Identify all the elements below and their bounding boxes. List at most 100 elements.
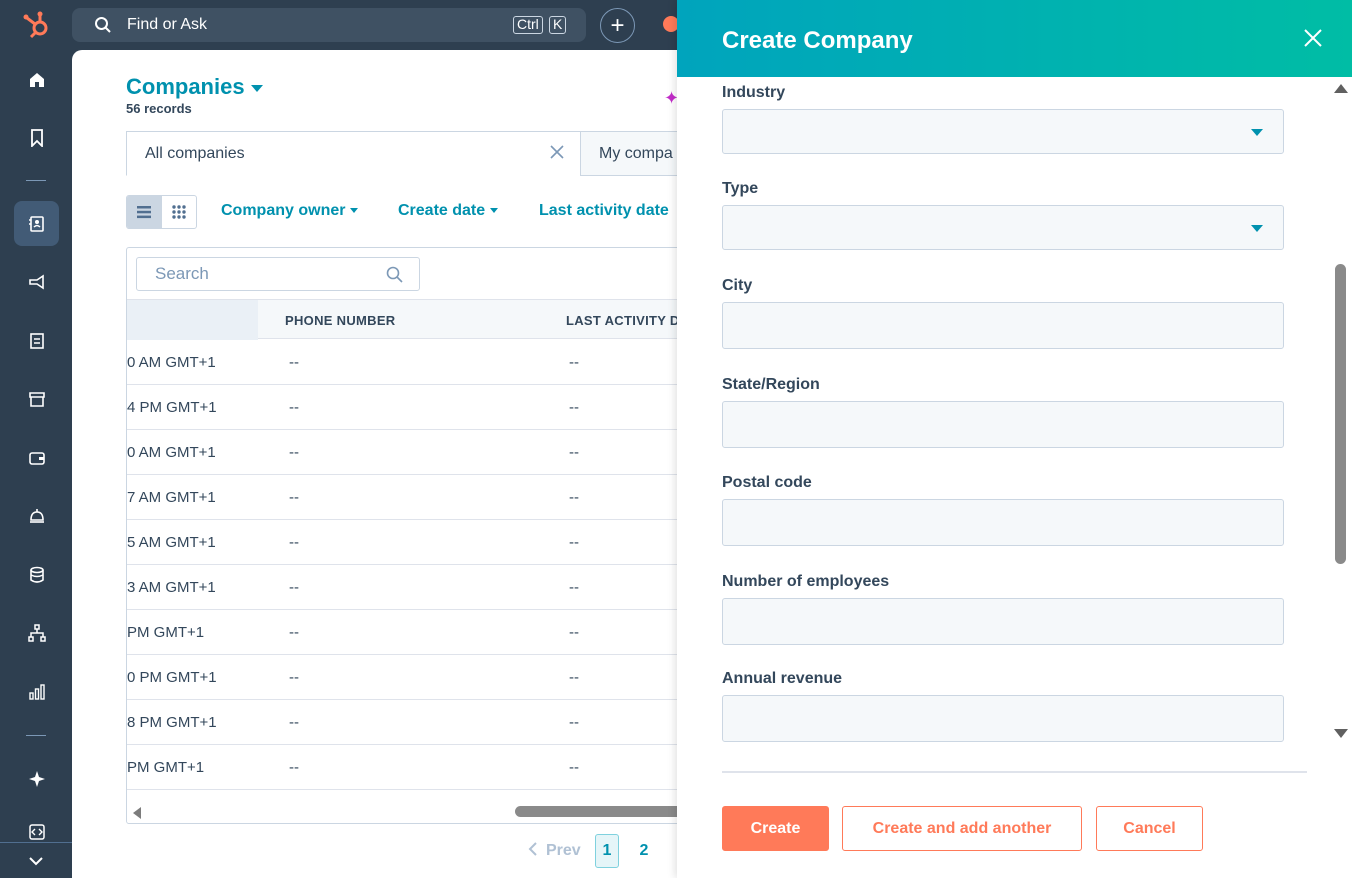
nav-marketing[interactable]	[14, 259, 59, 304]
table-row[interactable]: 4 PM GMT+1 -- --	[127, 385, 685, 430]
cell-last-modified: 7 AM GMT+1	[127, 489, 216, 506]
table-search-input[interactable]: Search	[136, 257, 420, 291]
table-row[interactable]: 8 PM GMT+1 -- --	[127, 700, 685, 745]
annual-revenue-input[interactable]	[722, 695, 1284, 742]
caret-down-icon	[250, 84, 263, 92]
city-input[interactable]	[722, 302, 1284, 349]
table-row[interactable]: 0 AM GMT+1 -- --	[127, 340, 685, 385]
table-header-cell[interactable]	[127, 300, 258, 340]
nav-home[interactable]	[14, 57, 59, 102]
close-panel-button[interactable]	[1303, 28, 1323, 48]
nav-bookmarks[interactable]	[14, 115, 59, 160]
pagination-prev-button[interactable]: Prev	[528, 842, 581, 860]
pagination-prev-label: Prev	[546, 842, 581, 859]
nav-reporting[interactable]	[14, 669, 59, 714]
cell-last-modified: PM GMT+1	[127, 624, 205, 641]
table-row[interactable]: 7 AM GMT+1 -- --	[127, 475, 685, 520]
table-row[interactable]: 5 AM GMT+1 -- --	[127, 520, 685, 565]
close-icon[interactable]	[550, 145, 564, 164]
caret-down-icon	[350, 208, 359, 214]
state-region-input[interactable]	[722, 401, 1284, 448]
nav-commerce[interactable]	[14, 376, 59, 421]
nav-developer[interactable]	[14, 822, 59, 842]
filter-create-date[interactable]: Create date	[398, 202, 499, 220]
cell-last-activity-date: --	[569, 534, 579, 551]
create-button[interactable]: Create	[722, 806, 829, 851]
scroll-left-icon[interactable]	[133, 807, 141, 819]
horizontal-scrollbar[interactable]	[127, 801, 685, 823]
table-row[interactable]: 0 PM GMT+1 -- --	[127, 655, 685, 700]
tab-all-companies[interactable]: All companies	[126, 131, 581, 176]
board-view-button[interactable]	[162, 196, 197, 228]
nav-data[interactable]	[14, 552, 59, 597]
nav-divider	[26, 180, 46, 181]
type-select[interactable]	[722, 205, 1284, 250]
service-bell-icon	[29, 508, 44, 523]
postal-code-input[interactable]	[722, 499, 1284, 546]
vertical-scrollbar-thumb[interactable]	[1335, 264, 1346, 564]
nav-ai-assistant[interactable]	[14, 756, 59, 801]
global-search-bar[interactable]: Find or Ask Ctrl K	[72, 8, 586, 42]
nav-content[interactable]	[14, 318, 59, 363]
left-navigation	[0, 50, 72, 878]
cell-last-modified: 0 AM GMT+1	[127, 354, 216, 371]
table-row[interactable]: 3 AM GMT+1 -- --	[127, 565, 685, 610]
grid-icon	[172, 205, 186, 219]
list-icon	[137, 206, 152, 219]
tab-label: My compa	[599, 144, 673, 162]
nav-divider	[26, 735, 46, 736]
record-count: 56 records	[126, 101, 192, 116]
cell-last-modified: 0 PM GMT+1	[127, 669, 217, 686]
industry-select[interactable]	[722, 109, 1284, 154]
create-new-button[interactable]: +	[600, 8, 635, 43]
scrollbar-thumb[interactable]	[515, 806, 685, 817]
nav-payments[interactable]	[14, 435, 59, 480]
pagination-page-2[interactable]: 2	[632, 834, 656, 868]
cell-phone-number: --	[289, 759, 299, 776]
column-header-phone-number[interactable]: PHONE NUMBER	[285, 313, 396, 328]
caret-down-icon	[1251, 129, 1263, 136]
field-label-city: City	[722, 277, 753, 294]
document-icon	[29, 332, 44, 349]
bar-chart-icon	[28, 683, 45, 700]
field-label-industry: Industry	[722, 84, 786, 101]
home-icon	[29, 72, 44, 87]
contacts-book-icon	[28, 215, 44, 232]
cell-phone-number: --	[289, 354, 299, 371]
pagination-page-1[interactable]: 1	[595, 834, 619, 868]
column-header-last-activity-date[interactable]: LAST ACTIVITY D	[566, 313, 680, 328]
object-selector[interactable]: Companies	[126, 74, 263, 100]
tab-my-companies[interactable]: My compa	[580, 131, 690, 176]
field-label-annual-revenue: Annual revenue	[722, 670, 843, 687]
cell-last-activity-date: --	[569, 714, 579, 731]
list-view-button[interactable]	[127, 196, 162, 228]
cell-phone-number: --	[289, 399, 299, 416]
scroll-up-icon[interactable]	[1334, 84, 1348, 93]
shortcut-ctrl-key: Ctrl	[513, 16, 543, 34]
hubspot-logo-icon[interactable]	[22, 10, 52, 40]
cell-phone-number: --	[289, 669, 299, 686]
nav-automation[interactable]	[14, 610, 59, 655]
companies-table: Search PHONE NUMBER LAST ACTIVITY D 0 AM…	[126, 247, 686, 824]
number-of-employees-input[interactable]	[722, 598, 1284, 645]
filter-company-owner[interactable]: Company owner	[221, 202, 359, 220]
nav-expand-toggle[interactable]	[0, 842, 72, 878]
table-row[interactable]: PM GMT+1 -- --	[127, 610, 685, 655]
table-row[interactable]: PM GMT+1 -- --	[127, 745, 685, 790]
caret-down-icon	[1251, 225, 1263, 232]
nav-contacts[interactable]	[14, 201, 59, 246]
cell-phone-number: --	[289, 579, 299, 596]
nav-service[interactable]	[14, 493, 59, 538]
table-row[interactable]: 0 AM GMT+1 -- --	[127, 430, 685, 475]
scroll-down-icon[interactable]	[1334, 729, 1348, 738]
cancel-button[interactable]: Cancel	[1096, 806, 1203, 851]
close-icon	[1304, 29, 1322, 47]
global-search-placeholder: Find or Ask	[127, 16, 208, 33]
cell-phone-number: --	[289, 489, 299, 506]
footer-divider	[722, 771, 1307, 773]
filter-last-activity-date[interactable]: Last activity date	[539, 202, 669, 220]
cell-last-activity-date: --	[569, 399, 579, 416]
filter-label: Company owner	[221, 202, 346, 219]
search-icon	[94, 16, 112, 39]
create-and-add-another-button[interactable]: Create and add another	[842, 806, 1082, 851]
